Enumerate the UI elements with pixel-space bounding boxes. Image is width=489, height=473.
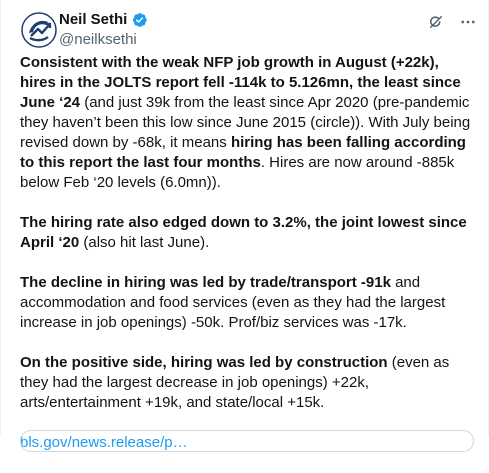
paragraph-2: The hiring rate also edged down to 3.2%,… xyxy=(20,213,475,253)
author-handle[interactable]: @neilksethi xyxy=(59,30,148,50)
paragraph-4-bold-lead: On the positive side, hiring was led by … xyxy=(20,354,388,371)
tweet-post: Neil Sethi @neilksethi Consistent with t… xyxy=(0,0,489,452)
paragraph-3-bold-lead: The decline in hiring was led by trade/t… xyxy=(20,274,391,291)
grok-icon[interactable] xyxy=(426,12,446,32)
paragraph-2-text: (also hit last June). xyxy=(79,234,210,251)
link-card-preview[interactable] xyxy=(20,430,474,452)
more-icon[interactable] xyxy=(458,12,478,32)
paragraph-3: The decline in hiring was led by trade/t… xyxy=(20,273,475,333)
verified-badge-icon xyxy=(130,11,148,29)
paragraph-4: On the positive side, hiring was led by … xyxy=(20,353,475,413)
author-name[interactable]: Neil Sethi xyxy=(59,10,127,30)
avatar-logo xyxy=(19,10,59,50)
name-row: Neil Sethi xyxy=(59,10,148,30)
post-top-actions xyxy=(426,12,478,32)
tweet-text: Consistent with the weak NFP job growth … xyxy=(20,53,475,473)
avatar[interactable] xyxy=(19,10,59,50)
author-block: Neil Sethi @neilksethi xyxy=(59,10,148,50)
paragraph-1: Consistent with the weak NFP job growth … xyxy=(20,53,475,193)
